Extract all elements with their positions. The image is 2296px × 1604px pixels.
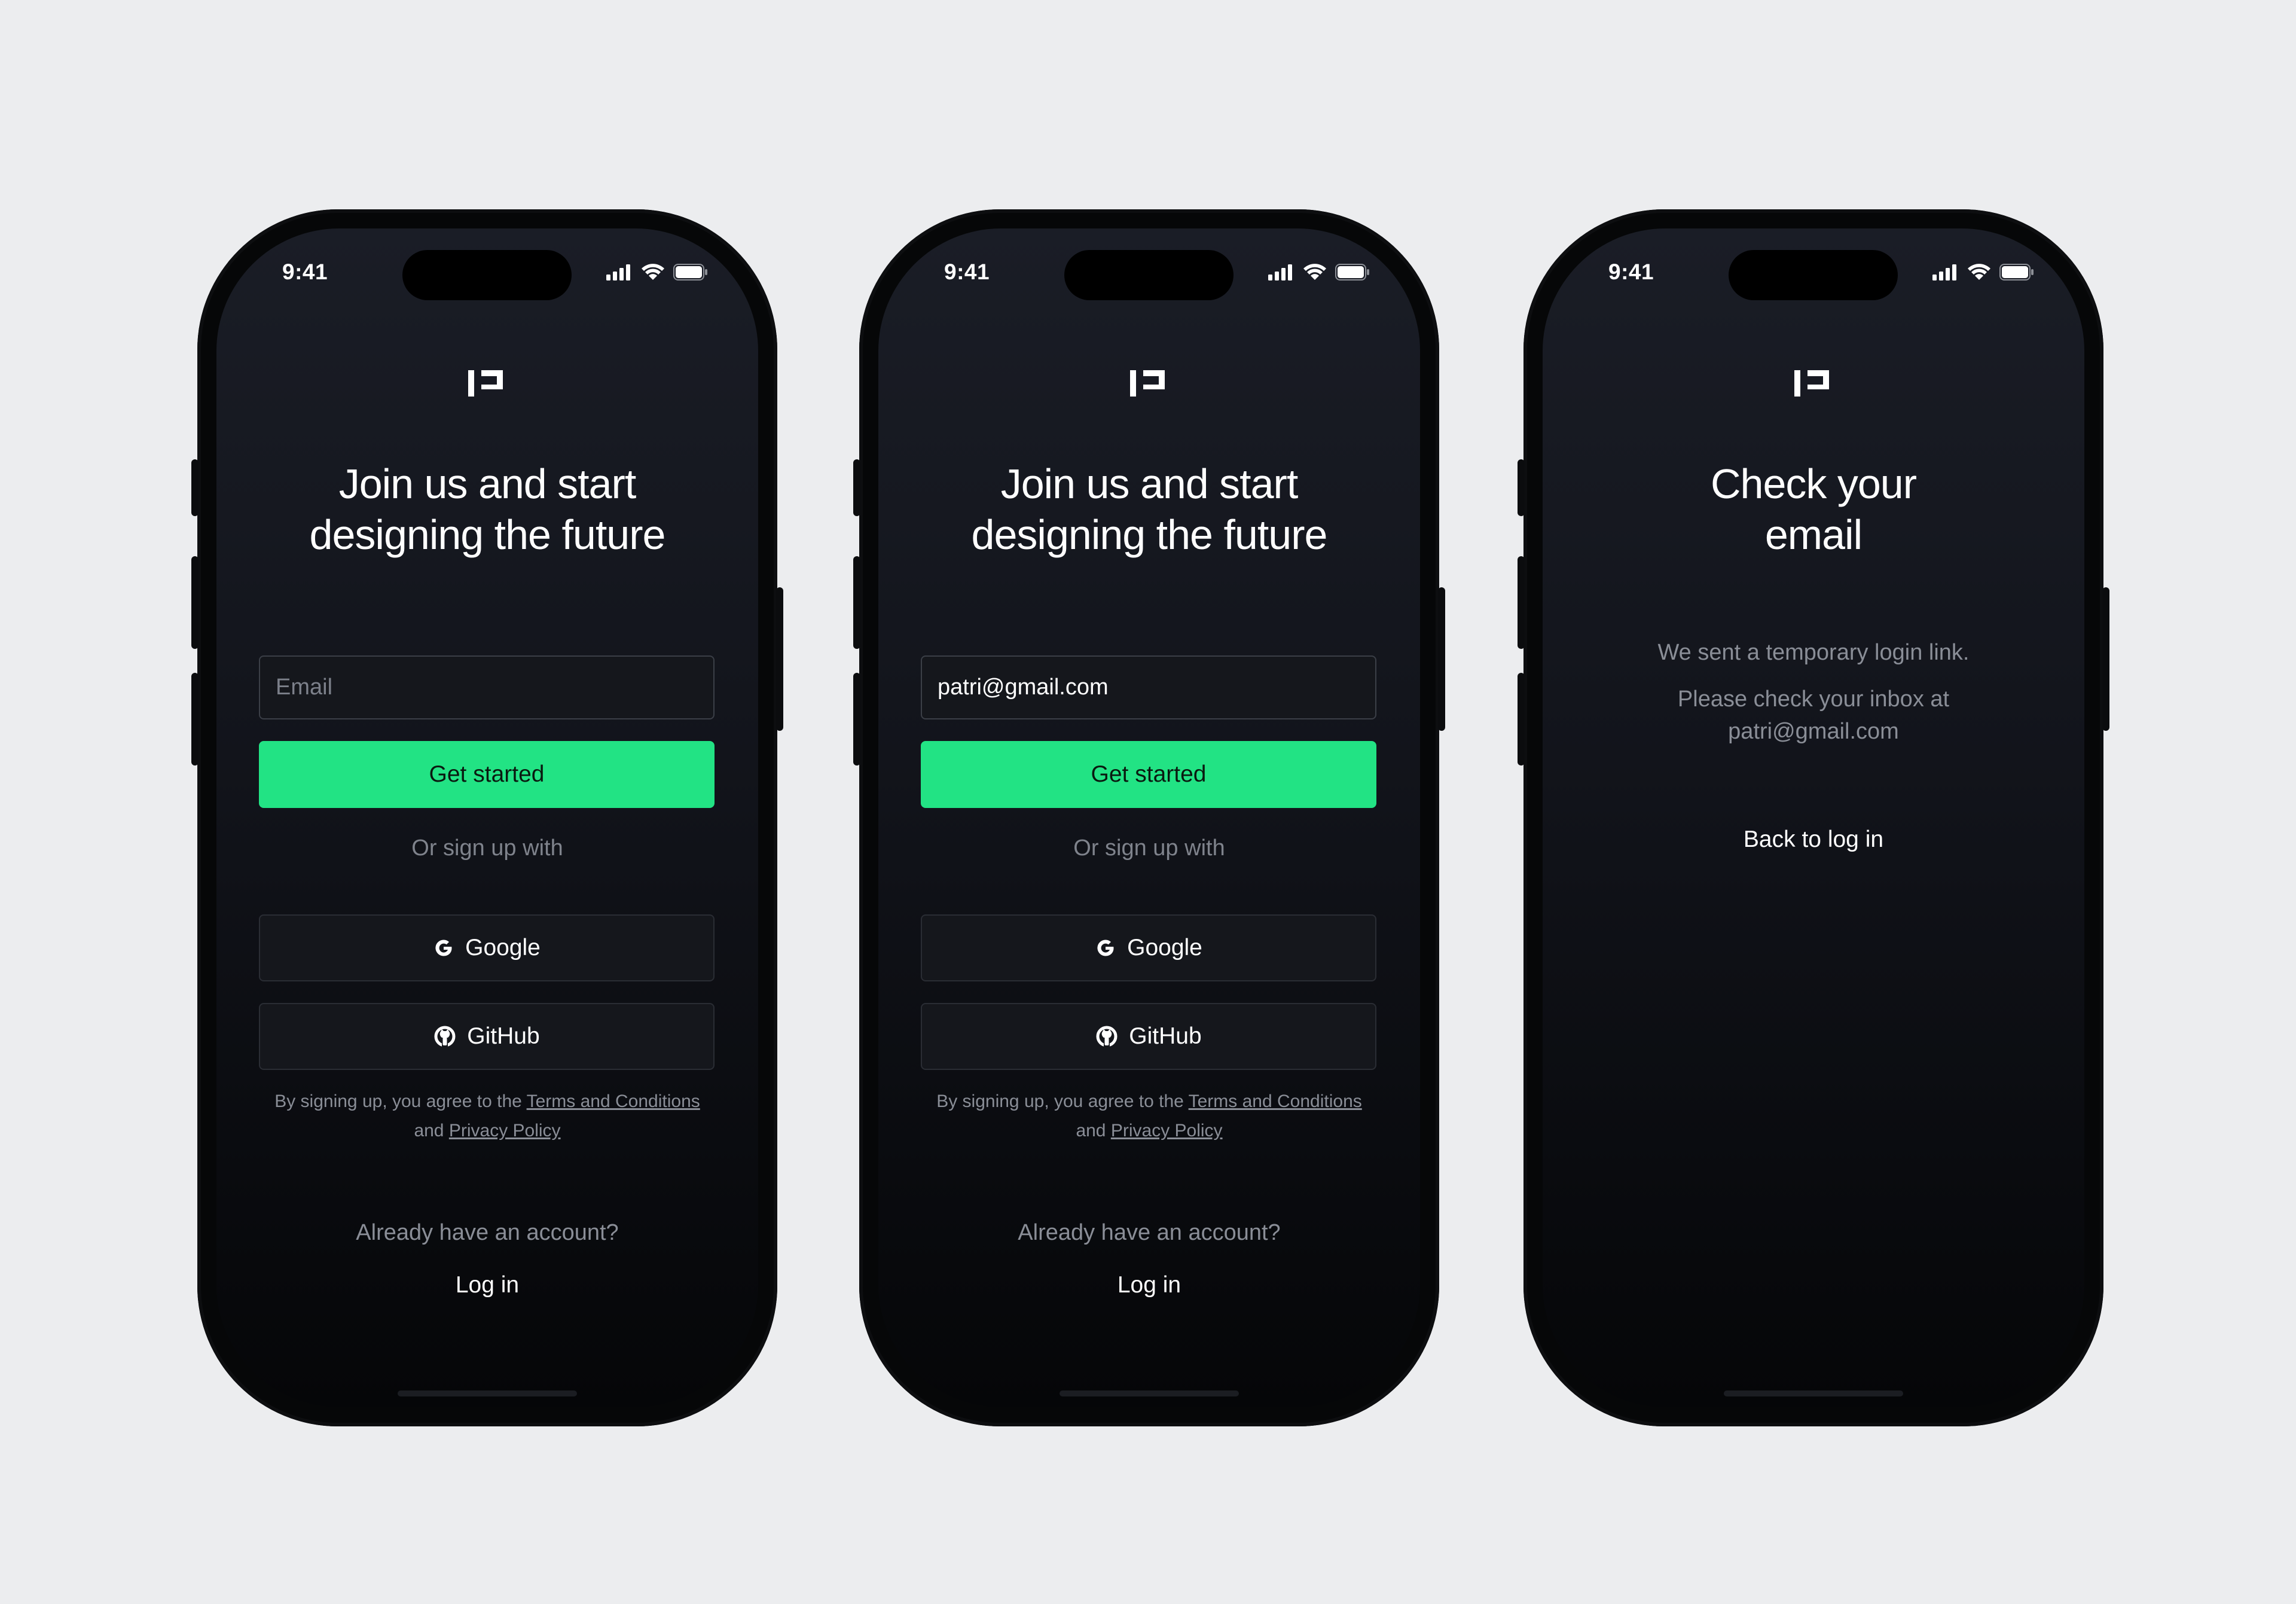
screen: 9:41 — [1543, 228, 2084, 1407]
status-time: 9:41 — [944, 260, 990, 284]
phone-check-email: 9:41 Check your email We sent a temporar… — [1518, 209, 2109, 1426]
volume-down-button — [853, 673, 860, 766]
log-in-link[interactable]: Log in — [216, 1272, 758, 1298]
or-sign-up-label: Or sign up with — [1073, 835, 1225, 861]
google-button-label: Google — [465, 935, 541, 960]
inbox-line: Please check your inbox at — [1677, 687, 1950, 712]
title-line-1: Join us and start — [1000, 461, 1299, 507]
phone-signup-filled: 9:41 Join us and start designing the fut… — [853, 209, 1445, 1426]
power-button — [776, 587, 783, 731]
brand-logo-icon — [1130, 370, 1165, 397]
dynamic-island — [1729, 250, 1898, 300]
legal-text: By signing up, you agree to the Terms an… — [240, 1087, 734, 1145]
title-line-1: Check your — [1710, 461, 1917, 507]
mute-switch — [191, 459, 199, 516]
brand-logo-icon — [1794, 370, 1829, 397]
legal-prefix: By signing up, you agree to the — [274, 1091, 522, 1111]
screen: 9:41 — [878, 228, 1420, 1407]
github-icon — [1096, 1026, 1118, 1048]
title-line-1: Join us and start — [338, 461, 637, 507]
legal-prefix: By signing up, you agree to the — [936, 1091, 1184, 1111]
or-sign-up-label: Or sign up with — [411, 835, 563, 861]
privacy-link[interactable]: Privacy Policy — [1111, 1121, 1223, 1141]
google-button-label: Google — [1127, 935, 1202, 960]
email-input[interactable] — [259, 655, 715, 719]
legal-text: By signing up, you agree to the Terms an… — [902, 1087, 1396, 1145]
volume-down-button — [191, 673, 199, 766]
wifi-icon — [1968, 264, 1990, 280]
page-title: Join us and start designing the future — [878, 459, 1420, 560]
wifi-icon — [1303, 264, 1326, 280]
screen: 9:41 — [216, 228, 758, 1407]
inbox-email: patri@gmail.com — [1728, 719, 1899, 744]
cellular-signal-icon — [1268, 264, 1292, 280]
account-prompt: Already have an account? — [1018, 1220, 1281, 1245]
title-line-2: email — [1764, 511, 1863, 558]
status-bar: 9:41 — [1543, 228, 2084, 324]
page-title: Join us and start designing the future — [216, 459, 758, 560]
title-line-2: designing the future — [309, 511, 666, 558]
volume-up-button — [1518, 556, 1525, 649]
account-prompt: Already have an account? — [356, 1220, 619, 1245]
legal-and: and — [1076, 1121, 1106, 1141]
status-time: 9:41 — [282, 260, 328, 284]
google-icon — [435, 940, 452, 956]
page-title: Check your email — [1543, 459, 2084, 560]
home-indicator — [1724, 1390, 1903, 1396]
sent-line: We sent a temporary login link. — [1657, 640, 1970, 665]
power-button — [2102, 587, 2109, 731]
email-input[interactable] — [921, 655, 1376, 719]
github-button-label: GitHub — [467, 1023, 540, 1049]
volume-down-button — [1518, 673, 1525, 766]
power-button — [1438, 587, 1445, 731]
mute-switch — [1518, 459, 1525, 516]
status-bar: 9:41 — [216, 228, 758, 324]
status-icons — [1932, 263, 2034, 281]
google-button[interactable]: Google — [259, 914, 715, 981]
status-time: 9:41 — [1608, 260, 1654, 284]
battery-icon — [1335, 264, 1369, 280]
back-to-log-in-link[interactable]: Back to log in — [1543, 827, 2084, 853]
google-icon — [1097, 940, 1114, 956]
title-line-2: designing the future — [971, 511, 1328, 558]
home-indicator — [398, 1390, 577, 1396]
github-icon — [434, 1026, 456, 1048]
get-started-button[interactable]: Get started — [921, 741, 1376, 808]
dynamic-island — [402, 250, 572, 300]
privacy-link[interactable]: Privacy Policy — [449, 1121, 561, 1141]
status-bar: 9:41 — [878, 228, 1420, 324]
battery-icon — [673, 264, 707, 280]
dynamic-island — [1064, 250, 1234, 300]
terms-link[interactable]: Terms and Conditions — [1189, 1091, 1362, 1111]
github-button[interactable]: GitHub — [921, 1003, 1376, 1070]
terms-link[interactable]: Terms and Conditions — [527, 1091, 700, 1111]
github-button[interactable]: GitHub — [259, 1003, 715, 1070]
phone-signup-empty: 9:41 Join us and start designing the fut… — [191, 209, 783, 1426]
battery-icon — [1999, 264, 2034, 280]
home-indicator — [1060, 1390, 1239, 1396]
cellular-signal-icon — [1932, 264, 1956, 280]
volume-up-button — [191, 556, 199, 649]
cellular-signal-icon — [606, 264, 630, 280]
status-icons — [606, 263, 708, 281]
volume-up-button — [853, 556, 860, 649]
login-link-sent-text: We sent a temporary login link. — [1543, 636, 2084, 669]
legal-and: and — [414, 1121, 444, 1141]
status-icons — [1268, 263, 1370, 281]
brand-logo-icon — [468, 370, 503, 397]
mute-switch — [853, 459, 860, 516]
check-inbox-text: Please check your inbox at patri@gmail.c… — [1543, 683, 2084, 748]
google-button[interactable]: Google — [921, 914, 1376, 981]
github-button-label: GitHub — [1129, 1023, 1202, 1049]
log-in-link[interactable]: Log in — [878, 1272, 1420, 1298]
get-started-button[interactable]: Get started — [259, 741, 715, 808]
wifi-icon — [642, 264, 664, 280]
